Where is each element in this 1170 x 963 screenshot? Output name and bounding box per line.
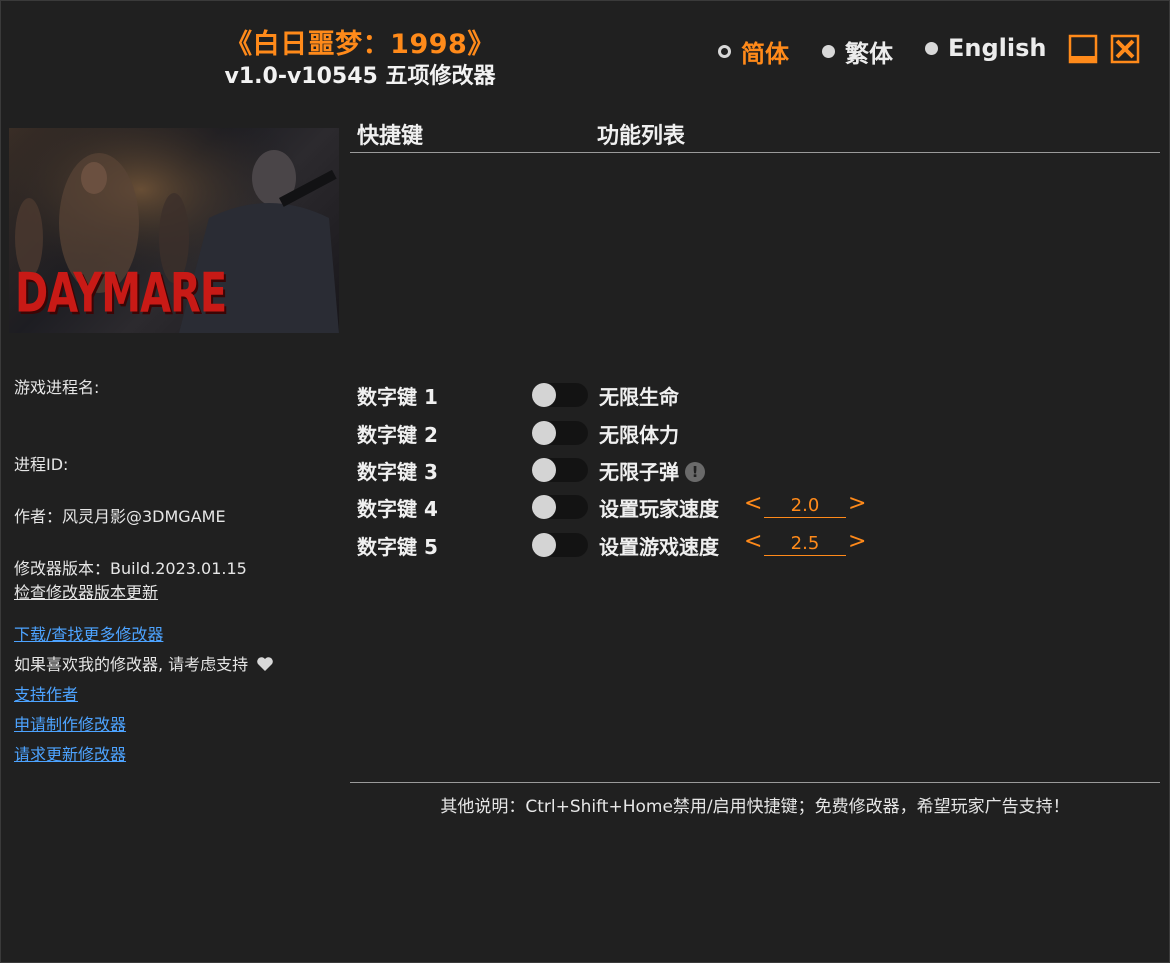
heart-icon (257, 657, 274, 671)
lang-option-traditional[interactable]: 繁体 (822, 34, 893, 69)
author-text: 作者：风灵月影@3DMGAME (14, 507, 226, 526)
lang-label: 简体 (741, 40, 789, 68)
cover-logo: DAYMARE (15, 262, 227, 325)
radio-selected-icon (718, 45, 731, 58)
table-header: 快捷键 功能列表 (350, 118, 1160, 153)
features-column-header: 功能列表 (597, 124, 686, 149)
lang-label: 繁体 (845, 40, 893, 68)
decrease-button[interactable]: < (744, 491, 762, 516)
increase-button[interactable]: > (848, 491, 866, 516)
close-button[interactable] (1110, 34, 1140, 64)
process-id-label: 进程ID: (14, 455, 69, 474)
table-row: 数字键 2 无限体力 (357, 419, 1157, 449)
game-cover-image: DAYMARE (9, 128, 339, 333)
support-message: 如果喜欢我的修改器, 请考虑支持 (14, 651, 274, 675)
download-more-link[interactable]: 下载/查找更多修改器 (14, 621, 163, 645)
lang-option-simplified[interactable]: 简体 (718, 34, 789, 69)
toggle-knob (532, 458, 556, 482)
feature-label: 无限子弹 (599, 460, 679, 484)
game-title: 《白日噩梦：1998》 (225, 29, 495, 60)
close-icon (1110, 34, 1140, 64)
toggle-knob (532, 383, 556, 407)
radio-icon (822, 45, 835, 58)
table-row: 数字键 5 设置游戏速度 < 2.5 > (357, 529, 1157, 561)
support-author-link[interactable]: 支持作者 (14, 681, 78, 705)
lang-option-english[interactable]: English (925, 34, 1046, 62)
hotkey-label: 数字键 3 (357, 460, 438, 484)
toggle-knob (532, 421, 556, 445)
toggle-knob (532, 533, 556, 557)
feature-toggle[interactable] (532, 495, 588, 519)
version-text: 修改器版本：Build.2023.01.15 (14, 559, 247, 578)
decrease-button[interactable]: < (744, 529, 762, 554)
radio-icon (925, 41, 938, 55)
table-row: 数字键 3 无限子弹! (357, 456, 1157, 486)
lang-label: English (948, 34, 1047, 62)
process-name-label: 游戏进程名: (14, 378, 100, 397)
speed-value-input[interactable]: 2.5 (764, 533, 846, 556)
increase-button[interactable]: > (848, 529, 866, 554)
footer-note: 其他说明：Ctrl+Shift+Home禁用/启用快捷键；免费修改器，希望玩家广… (440, 797, 1070, 817)
warning-icon[interactable]: ! (685, 462, 705, 482)
speed-value-input[interactable]: 2.0 (764, 495, 846, 518)
feature-label: 设置游戏速度 (599, 535, 719, 559)
feature-cell: 无限子弹! (599, 456, 705, 485)
feature-label: 无限生命 (599, 385, 679, 409)
footer-divider (350, 782, 1160, 783)
hotkey-label: 数字键 1 (357, 385, 438, 409)
request-make-link[interactable]: 申请制作修改器 (14, 711, 126, 735)
minimize-button[interactable] (1068, 34, 1098, 64)
feature-toggle[interactable] (532, 421, 588, 445)
check-update-link[interactable]: 检查修改器版本更新 (14, 579, 158, 603)
trainer-subtitle: v1.0-v10545 五项修改器 (224, 64, 496, 89)
table-row: 数字键 4 设置玩家速度 < 2.0 > (357, 491, 1157, 523)
feature-toggle[interactable] (532, 458, 588, 482)
hotkey-label: 数字键 5 (357, 535, 438, 559)
minimize-icon (1068, 34, 1098, 64)
hotkey-column-header: 快捷键 (357, 124, 424, 149)
feature-label: 无限体力 (599, 423, 679, 447)
support-text: 如果喜欢我的修改器, 请考虑支持 (14, 655, 249, 674)
table-row: 数字键 1 无限生命 (357, 381, 1157, 411)
hotkey-label: 数字键 2 (357, 423, 438, 447)
toggle-knob (532, 495, 556, 519)
feature-toggle[interactable] (532, 383, 588, 407)
feature-toggle[interactable] (532, 533, 588, 557)
hotkey-label: 数字键 4 (357, 497, 438, 521)
feature-label: 设置玩家速度 (599, 497, 719, 521)
request-update-link[interactable]: 请求更新修改器 (14, 741, 126, 765)
